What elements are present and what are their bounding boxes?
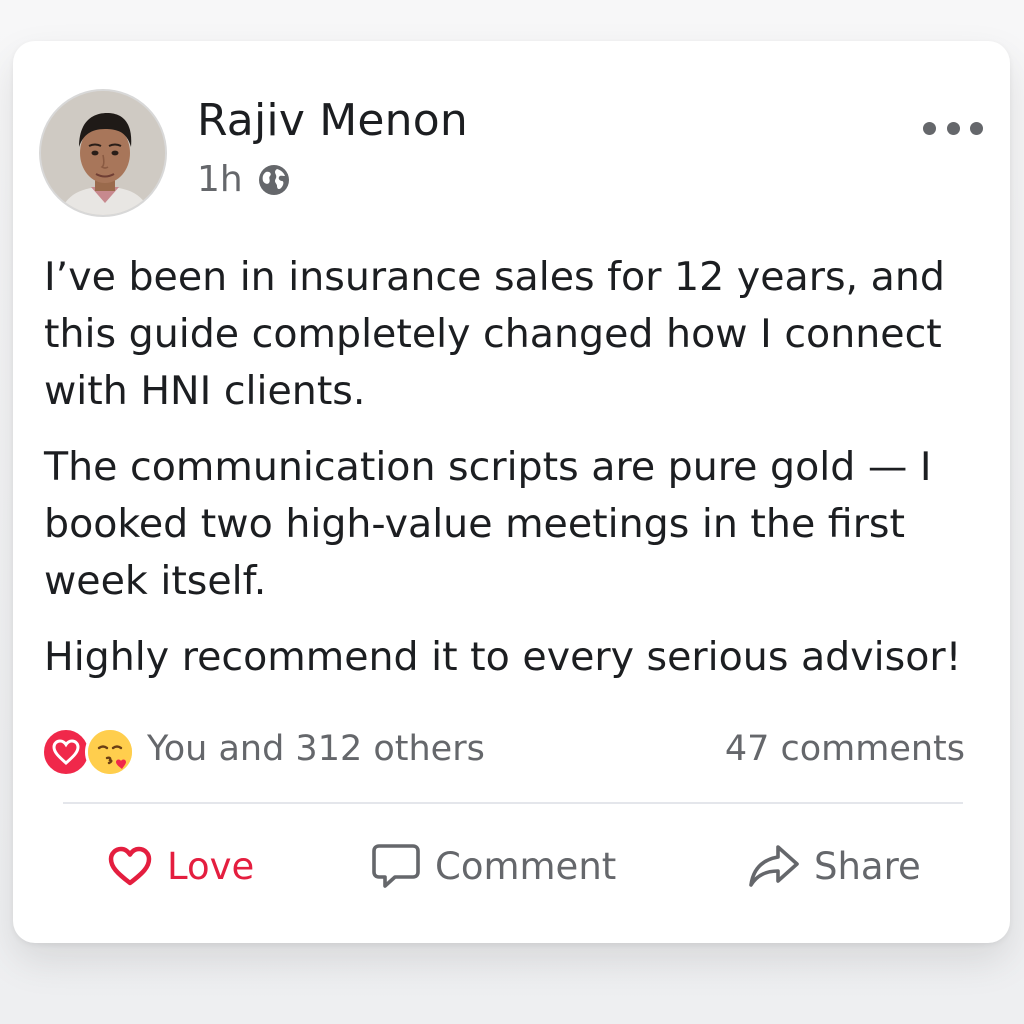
comment-button[interactable]: Comment (371, 831, 616, 901)
reaction-summary[interactable]: You and 312 others (147, 729, 485, 769)
post-body: I’ve been in insurance sales for 12 year… (44, 249, 984, 705)
post-card: Rajiv Menon 1h I’ve been in insurance sa… (13, 41, 1010, 943)
reaction-icons[interactable] (41, 727, 137, 779)
post-meta: 1h (197, 159, 291, 200)
love-label: Love (167, 844, 255, 888)
avatar-portrait-image (41, 91, 165, 215)
post-paragraph: The communication scripts are pure gold … (44, 444, 932, 604)
love-button[interactable]: Love (107, 831, 254, 901)
divider (63, 802, 963, 804)
post-paragraph: Highly recommend it to every serious adv… (44, 634, 962, 680)
kiss-face-icon (85, 727, 135, 777)
reaction-stats: You and 312 others 47 comments (41, 725, 965, 781)
avatar[interactable] (39, 89, 167, 217)
share-label: Share (814, 844, 921, 888)
comment-bubble-icon (372, 844, 420, 888)
share-button[interactable]: Share (748, 831, 921, 901)
heart-icon (41, 727, 91, 777)
more-dot-icon (923, 121, 936, 135)
comments-count[interactable]: 47 comments (725, 729, 965, 769)
action-bar: Love Comment Share (13, 831, 1010, 901)
share-arrow-icon (749, 845, 799, 887)
page-background: Rajiv Menon 1h I’ve been in insurance sa… (0, 0, 1024, 1024)
more-dot-icon (970, 121, 983, 135)
heart-outline-icon (108, 846, 152, 886)
more-options-button[interactable] (923, 111, 983, 145)
comment-label: Comment (435, 844, 617, 888)
more-dot-icon (946, 121, 960, 135)
author-name[interactable]: Rajiv Menon (197, 95, 468, 146)
post-paragraph: I’ve been in insurance sales for 12 year… (44, 254, 945, 414)
post-time[interactable]: 1h (197, 159, 243, 200)
globe-icon (258, 164, 289, 195)
